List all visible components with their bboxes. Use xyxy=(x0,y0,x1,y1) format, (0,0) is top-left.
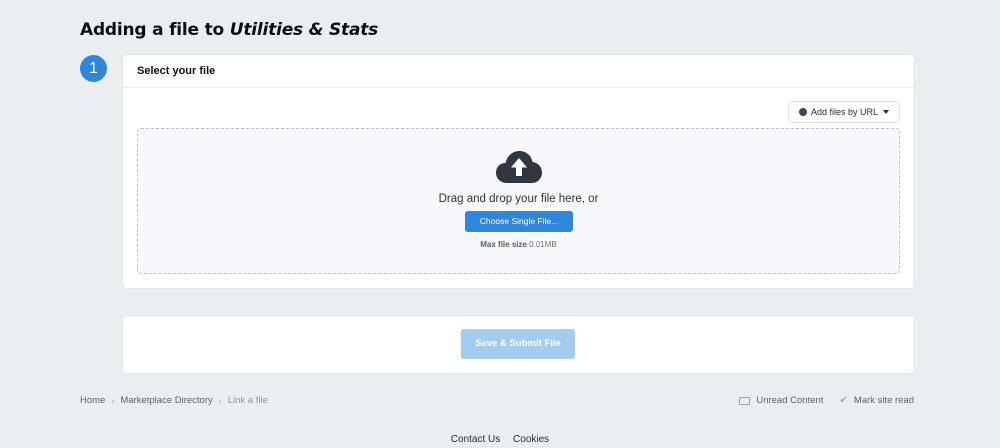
page-title: Adding a file to Utilities & Stats xyxy=(80,20,378,40)
breadcrumb-marketplace[interactable]: Marketplace Directory xyxy=(120,395,212,406)
file-dropzone[interactable]: Drag and drop your file here, or Choose … xyxy=(137,128,900,274)
mark-site-read-link[interactable]: ✔ Mark site read xyxy=(839,395,914,406)
drag-drop-text: Drag and drop your file here, or xyxy=(438,193,599,205)
globe-icon xyxy=(798,108,807,116)
unread-content-link[interactable]: Unread Content xyxy=(739,395,823,406)
add-files-by-url-button[interactable]: Add files by URL xyxy=(787,101,900,123)
footer-cookies-link[interactable]: Cookies xyxy=(513,434,549,445)
step-number-badge: 1 xyxy=(80,55,107,82)
unread-content-label: Unread Content xyxy=(756,395,824,406)
page-actions: Unread Content ✔ Mark site read xyxy=(739,395,914,406)
caret-down-icon xyxy=(883,110,889,114)
max-size-label: Max file size xyxy=(480,240,527,249)
mark-site-read-label: Mark site read xyxy=(853,395,914,406)
add-files-by-url-label: Add files by URL xyxy=(810,107,878,117)
breadcrumb: Home › Marketplace Directory › Link a fi… xyxy=(80,395,268,406)
footer-links: Contact Us Cookies xyxy=(0,434,1000,445)
page-title-target: Utilities & Stats xyxy=(229,20,379,40)
save-submit-button[interactable]: Save & Submit File xyxy=(461,329,575,359)
page-title-prefix: Adding a file to xyxy=(80,20,225,40)
check-icon: ✔ xyxy=(839,395,848,406)
choose-file-button[interactable]: Choose Single File... xyxy=(465,211,573,232)
breadcrumb-home[interactable]: Home xyxy=(80,395,105,406)
breadcrumb-current: Link a file xyxy=(227,395,268,406)
max-size-value: 0.01MB xyxy=(529,240,557,249)
panel-header: Select your file xyxy=(123,55,914,88)
footer-contact-link[interactable]: Contact Us xyxy=(451,434,500,445)
submit-panel: Save & Submit File xyxy=(123,316,914,373)
file-select-panel: Select your file Add files by URL Drag a… xyxy=(123,55,914,288)
max-file-size: Max file size 0.01MB xyxy=(138,240,899,249)
cloud-upload-icon xyxy=(496,151,542,183)
chevron-right-icon: › xyxy=(218,395,222,406)
chevron-right-icon: › xyxy=(111,395,115,406)
newspaper-icon xyxy=(739,396,751,405)
